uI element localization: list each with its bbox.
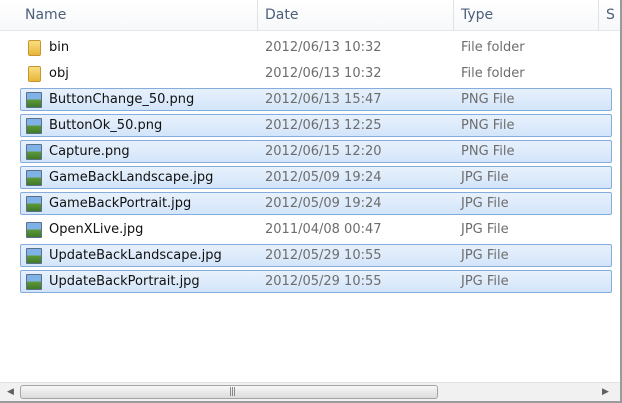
file-name: ButtonOk_50.png bbox=[49, 118, 163, 133]
file-date: 2012/05/09 19:24 bbox=[265, 170, 382, 185]
column-header-type[interactable]: Type bbox=[454, 0, 599, 30]
image-icon bbox=[26, 248, 42, 264]
column-header-bar: Name ⌃ Date Type S bbox=[0, 0, 620, 31]
folder-icon bbox=[28, 40, 41, 56]
file-date: 2012/05/29 10:55 bbox=[265, 248, 382, 263]
file-type: PNG File bbox=[461, 92, 515, 107]
file-name: OpenXLive.jpg bbox=[49, 222, 144, 237]
file-date: 2012/05/29 10:55 bbox=[265, 274, 382, 289]
file-row[interactable]: OpenXLive.jpg 2011/04/08 00:47 JPG File bbox=[20, 218, 612, 241]
file-row[interactable]: ButtonOk_50.png 2012/06/13 12:25 PNG File bbox=[20, 114, 612, 137]
file-type: JPG File bbox=[461, 170, 509, 185]
file-row[interactable]: GameBackLandscape.jpg 2012/05/09 19:24 JPG… bbox=[20, 166, 612, 189]
image-icon bbox=[26, 196, 42, 212]
file-row[interactable]: obj 2012/06/13 10:32 File folder bbox=[20, 62, 612, 85]
file-date: 2011/04/08 00:47 bbox=[265, 222, 382, 237]
file-date: 2012/06/15 12:20 bbox=[265, 144, 382, 159]
file-name: GameBackLandscape.jpg bbox=[49, 170, 214, 185]
column-header-date[interactable]: Date bbox=[258, 0, 454, 30]
file-type: JPG File bbox=[461, 222, 509, 237]
image-icon bbox=[26, 118, 42, 134]
grip-icon: ||| bbox=[229, 387, 236, 397]
scrollbar-thumb[interactable]: ||| bbox=[20, 385, 438, 399]
column-header-size[interactable]: S bbox=[599, 0, 620, 30]
arrow-right-icon[interactable]: ▶ bbox=[597, 383, 614, 401]
file-name: ButtonChange_50.png bbox=[49, 92, 195, 107]
file-name: bin bbox=[49, 40, 70, 55]
file-type: PNG File bbox=[461, 118, 515, 133]
column-header-name[interactable]: Name bbox=[18, 0, 258, 30]
file-row[interactable]: bin 2012/06/13 10:32 File folder bbox=[20, 36, 612, 59]
file-name: UpdateBackLandscape.jpg bbox=[49, 248, 222, 263]
file-row[interactable]: UpdateBackLandscape.jpg 2012/05/29 10:55 J… bbox=[20, 244, 612, 267]
image-icon bbox=[26, 222, 42, 238]
file-type: JPG File bbox=[461, 248, 509, 263]
arrow-left-icon[interactable]: ◀ bbox=[2, 383, 19, 401]
file-date: 2012/06/13 10:32 bbox=[265, 40, 382, 55]
file-date: 2012/06/13 10:32 bbox=[265, 66, 382, 81]
file-date: 2012/06/13 15:47 bbox=[265, 92, 382, 107]
file-name: GameBackPortrait.jpg bbox=[49, 196, 192, 211]
file-row[interactable]: ButtonChange_50.png 2012/06/13 15:47 PNG F… bbox=[20, 88, 612, 111]
file-row[interactable]: Capture.png 2012/06/15 12:20 PNG File bbox=[20, 140, 612, 163]
horizontal-scrollbar[interactable]: ◀ ||| ▶ bbox=[0, 382, 620, 401]
file-type: File folder bbox=[461, 40, 525, 55]
file-name: UpdateBackPortrait.jpg bbox=[49, 274, 200, 289]
file-type: JPG File bbox=[461, 196, 509, 211]
file-name: obj bbox=[49, 66, 69, 81]
image-icon bbox=[26, 92, 42, 108]
image-icon bbox=[26, 170, 42, 186]
image-icon bbox=[26, 274, 42, 290]
file-row[interactable]: UpdateBackPortrait.jpg 2012/05/29 10:55 JP… bbox=[20, 270, 612, 293]
file-type: File folder bbox=[461, 66, 525, 81]
file-date: 2012/06/13 12:25 bbox=[265, 118, 382, 133]
sort-ascending-icon: ⌃ bbox=[129, 0, 138, 7]
folder-icon bbox=[28, 66, 41, 82]
file-date: 2012/05/09 19:24 bbox=[265, 196, 382, 211]
file-name: Capture.png bbox=[49, 144, 130, 159]
file-type: PNG File bbox=[461, 144, 515, 159]
image-icon bbox=[26, 144, 42, 160]
file-row[interactable]: GameBackPortrait.jpg 2012/05/09 19:24 JPG … bbox=[20, 192, 612, 215]
file-type: JPG File bbox=[461, 274, 509, 289]
file-explorer-window: Name ⌃ Date Type S bin 2012/06/13 10:32 Fi… bbox=[0, 0, 622, 403]
